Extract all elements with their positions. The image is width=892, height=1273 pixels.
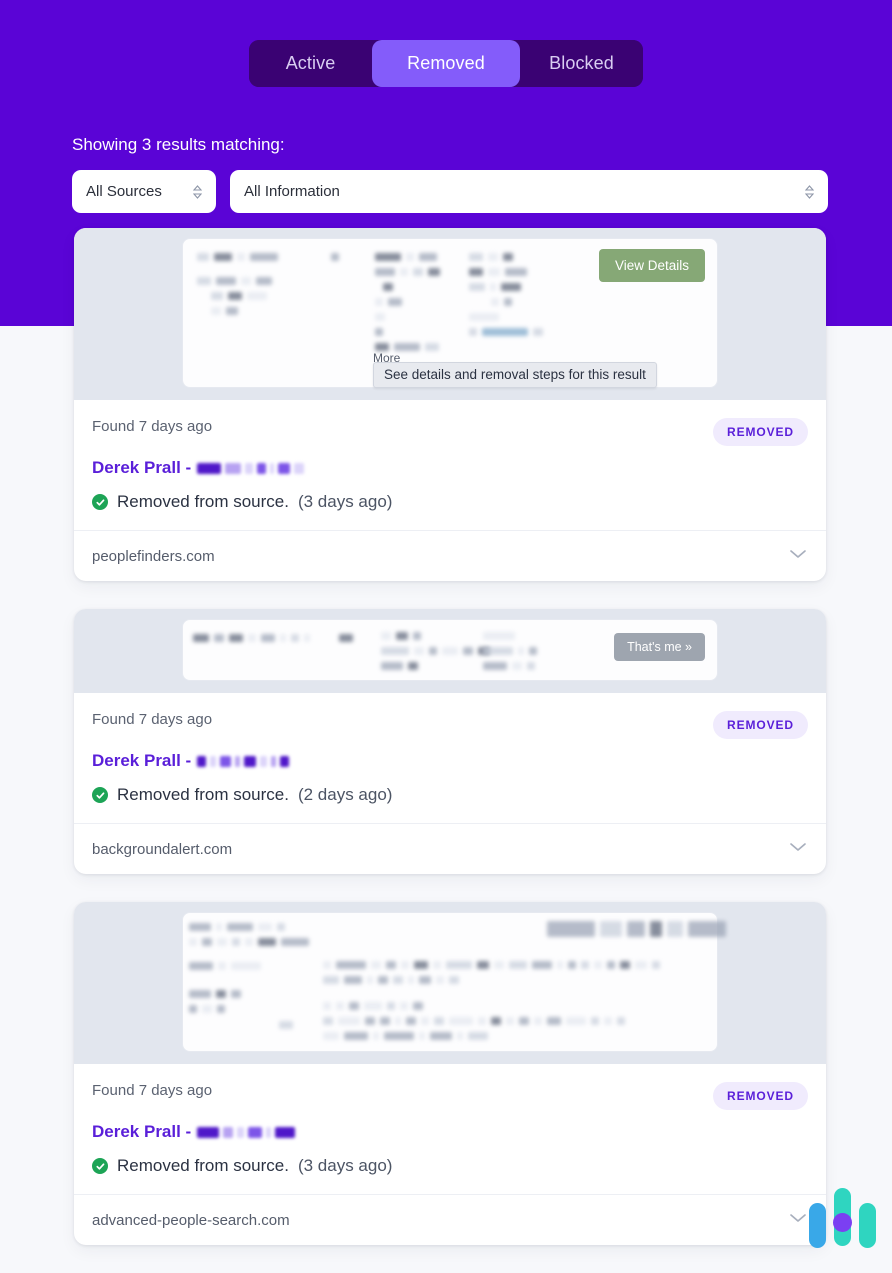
chevron-down-icon[interactable] bbox=[788, 547, 808, 565]
result-header-row: Found 7 days ago REMOVED bbox=[92, 418, 808, 446]
removal-status-time: (3 days ago) bbox=[297, 1156, 393, 1175]
preview-content: More See details and removal steps for t… bbox=[182, 238, 718, 388]
result-card: That's me » Found 7 days ago REMOVED Der… bbox=[74, 609, 826, 874]
status-tabs: Active Removed Blocked bbox=[0, 40, 892, 87]
tab-blocked[interactable]: Blocked bbox=[520, 40, 643, 87]
status-badge: REMOVED bbox=[713, 1082, 808, 1110]
check-circle-icon bbox=[92, 787, 108, 803]
information-select-value: All Information bbox=[244, 183, 340, 200]
results-list: More See details and removal steps for t… bbox=[74, 228, 826, 1273]
chevron-down-icon[interactable] bbox=[788, 840, 808, 858]
assistant-widget[interactable] bbox=[806, 1183, 878, 1259]
check-circle-icon bbox=[92, 494, 108, 510]
removal-status-time: (3 days ago) bbox=[297, 492, 393, 511]
removal-status-time: (2 days ago) bbox=[297, 785, 393, 804]
result-details: Found 7 days ago REMOVED Derek Prall - R… bbox=[74, 1064, 826, 1194]
result-preview: More See details and removal steps for t… bbox=[74, 228, 826, 400]
found-date: Found 7 days ago bbox=[92, 418, 213, 435]
result-details: Found 7 days ago REMOVED Derek Prall - R… bbox=[74, 693, 826, 823]
removal-status: Removed from source. (2 days ago) bbox=[92, 785, 808, 823]
redacted-text-block bbox=[339, 634, 353, 649]
stepper-icon bbox=[193, 184, 202, 199]
results-summary: Showing 3 results matching: bbox=[72, 135, 285, 154]
preview-tooltip: See details and removal steps for this r… bbox=[373, 362, 657, 388]
result-header-row: Found 7 days ago REMOVED bbox=[92, 711, 808, 739]
information-select[interactable]: All Information bbox=[230, 170, 828, 213]
view-details-button[interactable]: View Details bbox=[598, 249, 705, 282]
result-card: Found 7 days ago REMOVED Derek Prall - R… bbox=[74, 902, 826, 1245]
result-header-row: Found 7 days ago REMOVED bbox=[92, 1082, 808, 1110]
redacted-name-detail bbox=[197, 755, 290, 767]
tab-active[interactable]: Active bbox=[249, 40, 372, 87]
result-name-text: Derek Prall - bbox=[92, 751, 192, 770]
chevron-down-icon[interactable] bbox=[788, 1211, 808, 1229]
widget-dot-purple bbox=[833, 1213, 852, 1232]
redacted-text-block bbox=[381, 632, 490, 677]
result-name-text: Derek Prall - bbox=[92, 458, 192, 477]
redacted-text-block bbox=[375, 253, 440, 358]
check-circle-icon bbox=[92, 1158, 108, 1174]
redacted-text-block bbox=[331, 253, 339, 268]
result-details: Found 7 days ago REMOVED Derek Prall - R… bbox=[74, 400, 826, 530]
preview-content: That's me » bbox=[182, 619, 718, 681]
removal-status-text: Removed from source. bbox=[117, 492, 289, 511]
result-name: Derek Prall - bbox=[92, 1122, 808, 1142]
widget-pill-blue bbox=[809, 1203, 826, 1248]
tab-removed[interactable]: Removed bbox=[372, 40, 520, 87]
removal-status: Removed from source. (3 days ago) bbox=[92, 1156, 808, 1194]
found-date: Found 7 days ago bbox=[92, 1082, 213, 1099]
status-badge: REMOVED bbox=[713, 711, 808, 739]
source-expand-row[interactable]: peoplefinders.com bbox=[74, 530, 826, 581]
result-card: More See details and removal steps for t… bbox=[74, 228, 826, 581]
result-name-text: Derek Prall - bbox=[92, 1122, 192, 1141]
redacted-name-detail bbox=[197, 1126, 296, 1138]
redacted-name-detail bbox=[197, 462, 305, 474]
result-name: Derek Prall - bbox=[92, 751, 808, 771]
filter-bar: All Sources All Information bbox=[72, 170, 828, 213]
sources-select[interactable]: All Sources bbox=[72, 170, 216, 213]
redacted-banner bbox=[547, 921, 726, 944]
result-preview bbox=[74, 902, 826, 1064]
redacted-text-block bbox=[483, 632, 537, 677]
found-date: Found 7 days ago bbox=[92, 711, 213, 728]
source-domain: backgroundalert.com bbox=[92, 840, 233, 858]
redacted-text-block bbox=[279, 1021, 293, 1036]
result-name: Derek Prall - bbox=[92, 458, 808, 478]
redacted-text-block bbox=[197, 253, 278, 322]
removal-status: Removed from source. (3 days ago) bbox=[92, 492, 808, 530]
removal-status-text: Removed from source. bbox=[117, 1156, 289, 1175]
removal-status-text: Removed from source. bbox=[117, 785, 289, 804]
redacted-text-block bbox=[193, 634, 310, 649]
source-domain: advanced-people-search.com bbox=[92, 1211, 290, 1229]
source-domain: peoplefinders.com bbox=[92, 547, 215, 565]
source-expand-row[interactable]: advanced-people-search.com bbox=[74, 1194, 826, 1245]
thats-me-button[interactable]: That's me » bbox=[614, 633, 705, 661]
source-expand-row[interactable]: backgroundalert.com bbox=[74, 823, 826, 874]
redacted-text-block bbox=[469, 253, 543, 343]
sources-select-value: All Sources bbox=[86, 183, 162, 200]
stepper-icon bbox=[805, 184, 814, 199]
status-badge: REMOVED bbox=[713, 418, 808, 446]
redacted-text-block bbox=[189, 923, 309, 1020]
tab-group: Active Removed Blocked bbox=[249, 40, 643, 87]
widget-pill-teal bbox=[859, 1203, 876, 1248]
result-preview: That's me » bbox=[74, 609, 826, 693]
redacted-text-block bbox=[323, 961, 660, 1047]
preview-content bbox=[182, 912, 726, 1052]
